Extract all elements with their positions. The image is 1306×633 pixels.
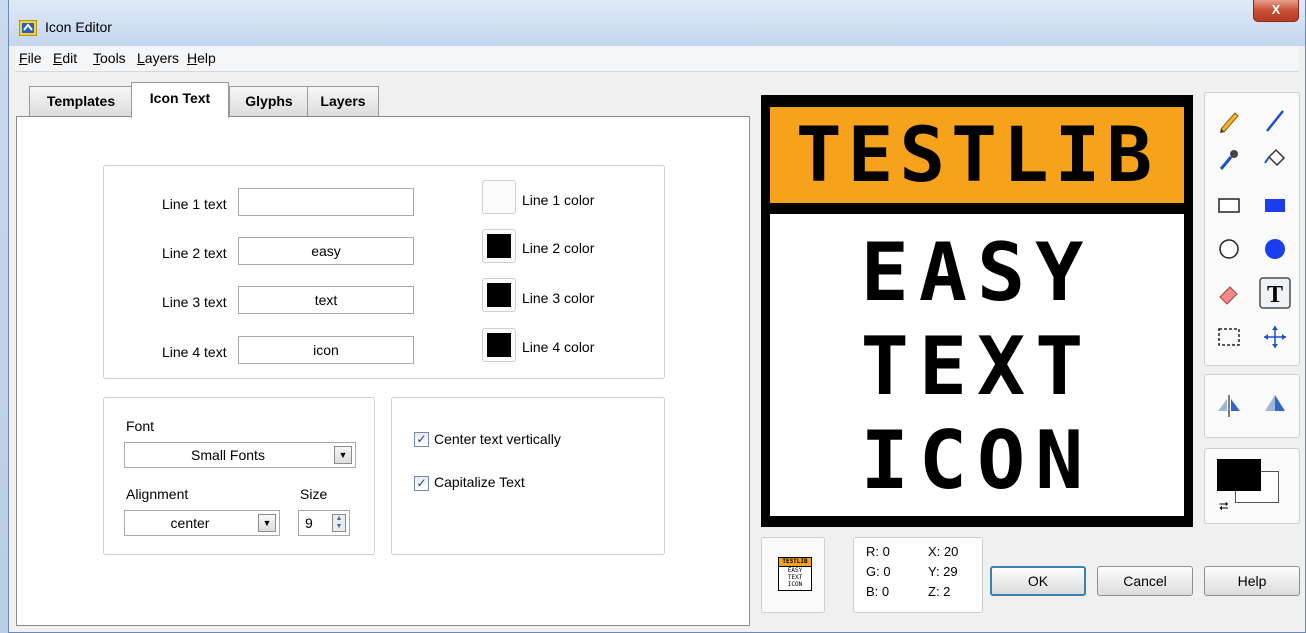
options-group: ✓ Center text vertically ✓ Capitalize Te…: [391, 397, 665, 555]
line1-color-label: Line 1 color: [522, 192, 595, 208]
rectangle-icon[interactable]: [1215, 191, 1243, 219]
menu-file[interactable]: File: [19, 50, 42, 66]
alignment-value: center: [170, 515, 210, 531]
move-icon[interactable]: [1261, 323, 1289, 351]
line4-color-picker[interactable]: [482, 328, 516, 362]
readout-b: B: 0: [866, 584, 890, 599]
ok-button[interactable]: OK: [990, 566, 1086, 596]
line-settings-group: Line 1 text Line 1 color Line 2 text eas…: [103, 165, 665, 379]
filled-ellipse-icon[interactable]: [1261, 235, 1289, 263]
chevron-down-icon[interactable]: ▼: [258, 514, 276, 532]
rotate-icon[interactable]: [1261, 391, 1289, 419]
color-picker-icon[interactable]: [1215, 145, 1243, 173]
swap-colors-icon[interactable]: ⮂: [1219, 499, 1229, 514]
readout-r: R: 0: [866, 544, 890, 559]
font-settings-group: Font Small Fonts ▼ Alignment Size center…: [103, 397, 375, 555]
fill-icon[interactable]: [1261, 145, 1289, 173]
window-title: Icon Editor: [45, 19, 112, 35]
spin-arrows-icon[interactable]: ▲ ▼: [332, 514, 346, 532]
tab-layers[interactable]: Layers: [307, 86, 379, 116]
line4-label: Line 4 text: [162, 344, 227, 360]
canvas-line-2: EASY: [860, 226, 1094, 319]
line-icon[interactable]: [1261, 107, 1289, 135]
preview-text: EASY TEXT ICON: [779, 567, 811, 590]
preview-line-2: EASY: [787, 567, 803, 574]
menu-tools[interactable]: Tools: [93, 50, 126, 66]
canvas-text-area: EASY TEXT ICON: [770, 214, 1184, 516]
tab-templates[interactable]: Templates: [29, 86, 133, 116]
readout-z: Z: 2: [928, 584, 951, 599]
preview-line-4: ICON: [787, 581, 803, 588]
preview-line-3: TEXT: [787, 574, 803, 581]
icon-preview: TESTLIB EASY TEXT ICON: [761, 537, 825, 613]
center-vertically-label: Center text vertically: [434, 431, 561, 447]
tab-glyphs[interactable]: Glyphs: [229, 86, 309, 116]
pencil-icon[interactable]: [1215, 107, 1243, 135]
filled-rectangle-icon[interactable]: [1261, 191, 1289, 219]
drawing-tools-palette: T: [1204, 92, 1300, 366]
size-value: 9: [305, 515, 313, 531]
eraser-icon[interactable]: [1215, 279, 1243, 307]
transform-tools-palette: [1204, 374, 1300, 438]
close-button[interactable]: X: [1253, 0, 1299, 22]
help-button[interactable]: Help: [1204, 566, 1300, 596]
line4-color-swatch: [487, 333, 511, 357]
ellipse-icon[interactable]: [1215, 235, 1243, 263]
alignment-dropdown[interactable]: center ▼: [124, 510, 280, 536]
canvas-banner-text: TESTLIB: [770, 107, 1184, 203]
line1-text-input[interactable]: [238, 188, 414, 216]
readout-y: Y: 29: [928, 564, 958, 579]
svg-text:T: T: [1267, 282, 1283, 308]
icon-canvas[interactable]: TESTLIB EASY TEXT ICON: [761, 95, 1193, 527]
chevron-down-icon[interactable]: ▼: [334, 446, 352, 464]
canvas-line-3: TEXT: [860, 320, 1094, 413]
line3-color-label: Line 3 color: [522, 290, 595, 306]
text-tool-icon[interactable]: T: [1259, 277, 1291, 309]
menu-edit[interactable]: Edit: [53, 50, 77, 66]
icon-preview-thumbnail: TESTLIB EASY TEXT ICON: [778, 557, 812, 591]
selection-icon[interactable]: [1215, 323, 1243, 351]
title-bar: Icon Editor X: [9, 0, 1305, 46]
line2-color-label: Line 2 color: [522, 240, 595, 256]
foreground-color-swatch[interactable]: [1217, 459, 1261, 491]
cancel-button[interactable]: Cancel: [1097, 566, 1193, 596]
preview-banner: TESTLIB: [779, 558, 811, 566]
tab-icon-text[interactable]: Icon Text: [131, 82, 229, 118]
menu-bar: File Edit Tools Layers Help: [15, 46, 1299, 72]
line1-color-picker[interactable]: [482, 180, 516, 214]
line3-color-swatch: [487, 283, 511, 307]
canvas-line-4: ICON: [860, 414, 1094, 507]
icon-text-panel: Line 1 text Line 1 color Line 2 text eas…: [16, 116, 750, 626]
flip-horizontal-icon[interactable]: [1215, 391, 1243, 419]
labview-app-icon: [19, 20, 37, 36]
line2-text-input[interactable]: easy: [238, 237, 414, 265]
line3-text-input[interactable]: text: [238, 286, 414, 314]
line2-label: Line 2 text: [162, 245, 227, 261]
line3-label: Line 3 text: [162, 294, 227, 310]
line2-color-swatch: [487, 234, 511, 258]
line4-text-input[interactable]: icon: [238, 336, 414, 364]
line4-color-label: Line 4 color: [522, 339, 595, 355]
capitalize-label: Capitalize Text: [434, 474, 525, 490]
line3-color-picker[interactable]: [482, 278, 516, 312]
alignment-label: Alignment: [126, 486, 189, 502]
readout-x: X: 20: [928, 544, 959, 559]
line1-label: Line 1 text: [162, 196, 227, 212]
readout-g: G: 0: [866, 564, 891, 579]
font-dropdown[interactable]: Small Fonts ▼: [124, 442, 356, 468]
center-vertically-checkbox[interactable]: ✓: [414, 432, 429, 447]
font-label: Font: [126, 418, 155, 434]
pixel-readout: R: 0 G: 0 B: 0 X: 20 Y: 29 Z: 2: [853, 537, 983, 613]
size-stepper[interactable]: 9 ▲ ▼: [298, 510, 350, 536]
menu-help[interactable]: Help: [187, 50, 216, 66]
font-value: Small Fonts: [191, 447, 265, 463]
color-selector: ⮂: [1204, 448, 1300, 524]
capitalize-checkbox[interactable]: ✓: [414, 476, 429, 491]
size-label: Size: [300, 486, 328, 502]
line2-color-picker[interactable]: [482, 229, 516, 263]
menu-layers[interactable]: Layers: [137, 50, 179, 66]
